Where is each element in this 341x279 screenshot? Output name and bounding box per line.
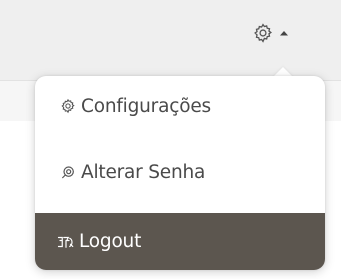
menu-item-label: Alterar Senha — [81, 162, 206, 183]
link-key-icon — [59, 165, 77, 181]
gear-icon — [252, 22, 274, 44]
settings-dropdown-menu: Configurações Alterar Senha Logout — [35, 76, 325, 270]
menu-item-configuracoes[interactable]: Configurações — [35, 76, 325, 135]
menu-item-label: Logout — [79, 231, 142, 252]
settings-menu-toggle[interactable] — [252, 19, 302, 47]
menu-item-alterar-senha[interactable]: Alterar Senha — [35, 143, 325, 202]
menu-item-label: Configurações — [81, 95, 211, 117]
logout-icon — [57, 235, 75, 249]
menu-item-logout[interactable]: Logout — [35, 213, 325, 270]
gear-icon — [59, 98, 77, 114]
caret-up-icon — [279, 29, 289, 37]
